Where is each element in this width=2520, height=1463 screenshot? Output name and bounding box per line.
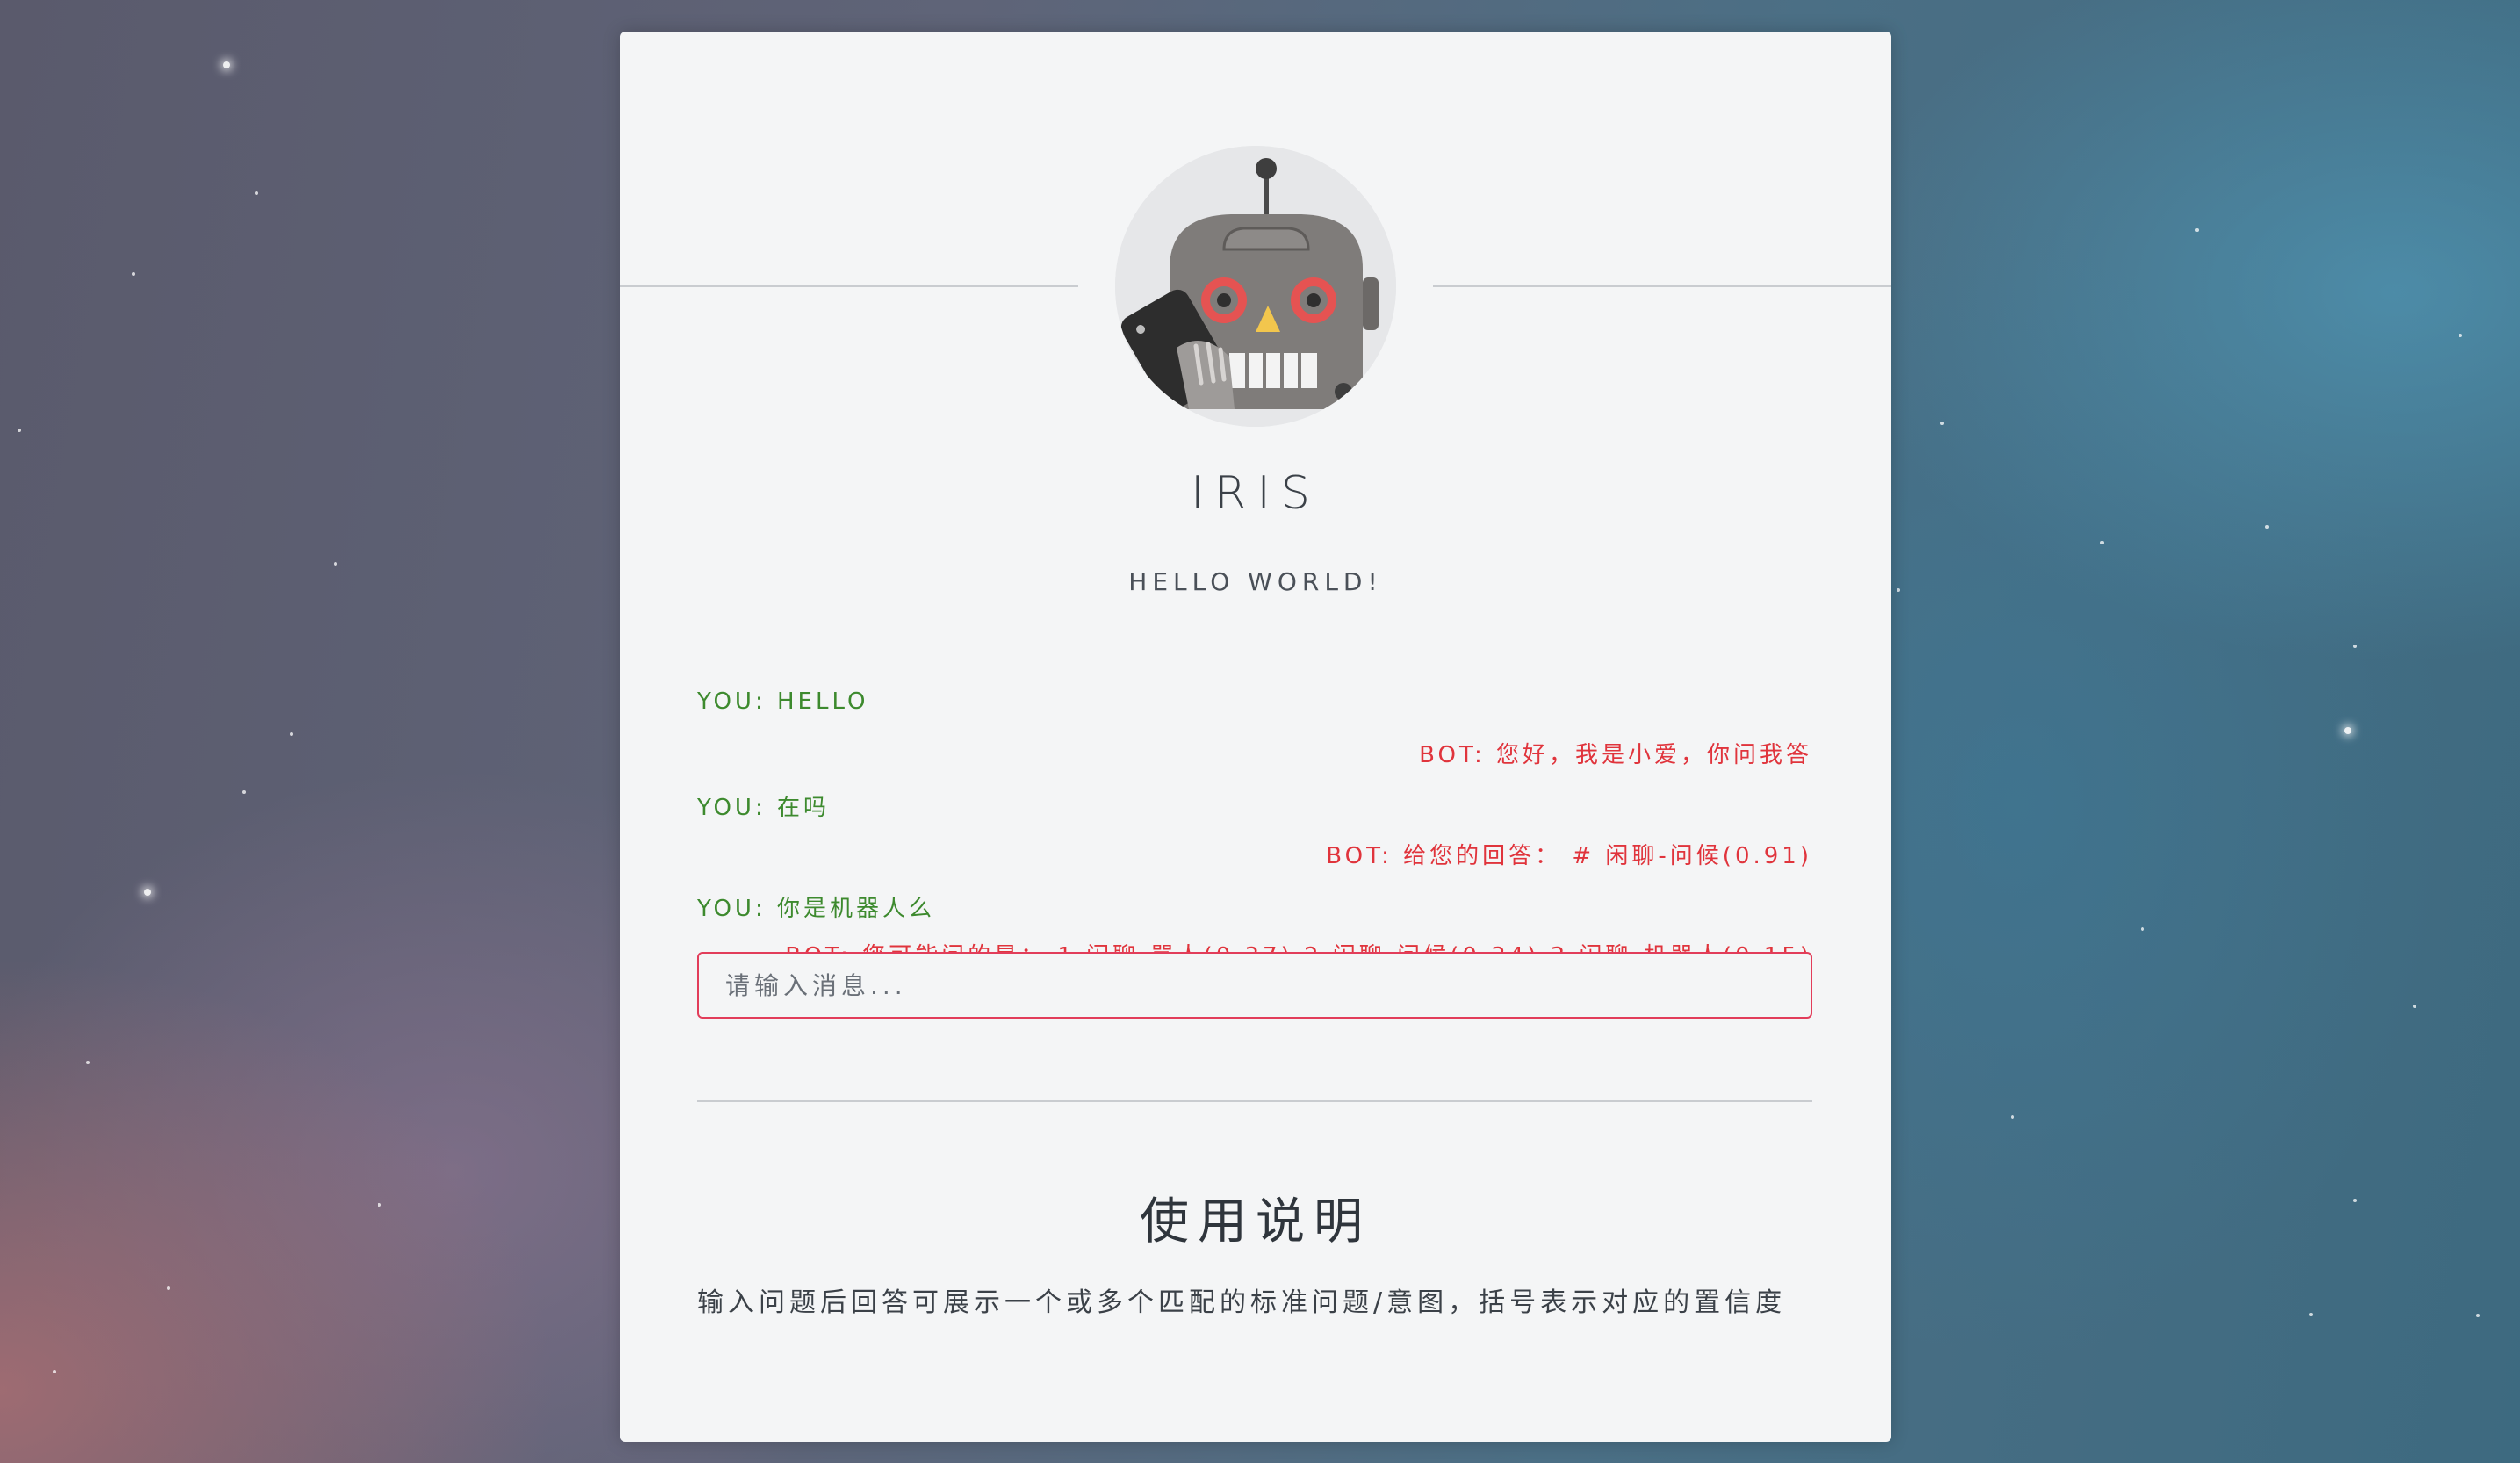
divider-right bbox=[1433, 285, 1891, 287]
robot-avatar-icon bbox=[1115, 146, 1396, 427]
user-message: YOU: 你是机器人么 bbox=[697, 896, 935, 922]
user-message: YOU: 在吗 bbox=[697, 795, 830, 821]
usage-heading: 使用说明 bbox=[1140, 1193, 1372, 1250]
bot-name-title: IRIS bbox=[1191, 467, 1321, 520]
section-divider bbox=[697, 1100, 1812, 1102]
chat-card: IRIS HELLO WORLD! YOU: HELLO BOT: 您好，我是小… bbox=[620, 32, 1891, 1442]
bot-message: BOT: 您好，我是小爱，你问我答 bbox=[1419, 742, 1812, 768]
message-input[interactable] bbox=[697, 952, 1812, 1019]
usage-description: 输入问题后回答可展示一个或多个匹配的标准问题/意图，括号表示对应的置信度 bbox=[697, 1287, 1787, 1318]
user-message: YOU: HELLO bbox=[697, 688, 869, 715]
greeting-subtitle: HELLO WORLD! bbox=[1128, 567, 1383, 596]
divider-left bbox=[620, 285, 1078, 287]
bot-message: BOT: 给您的回答： # 闲聊-问候(0.91) bbox=[1326, 843, 1812, 869]
